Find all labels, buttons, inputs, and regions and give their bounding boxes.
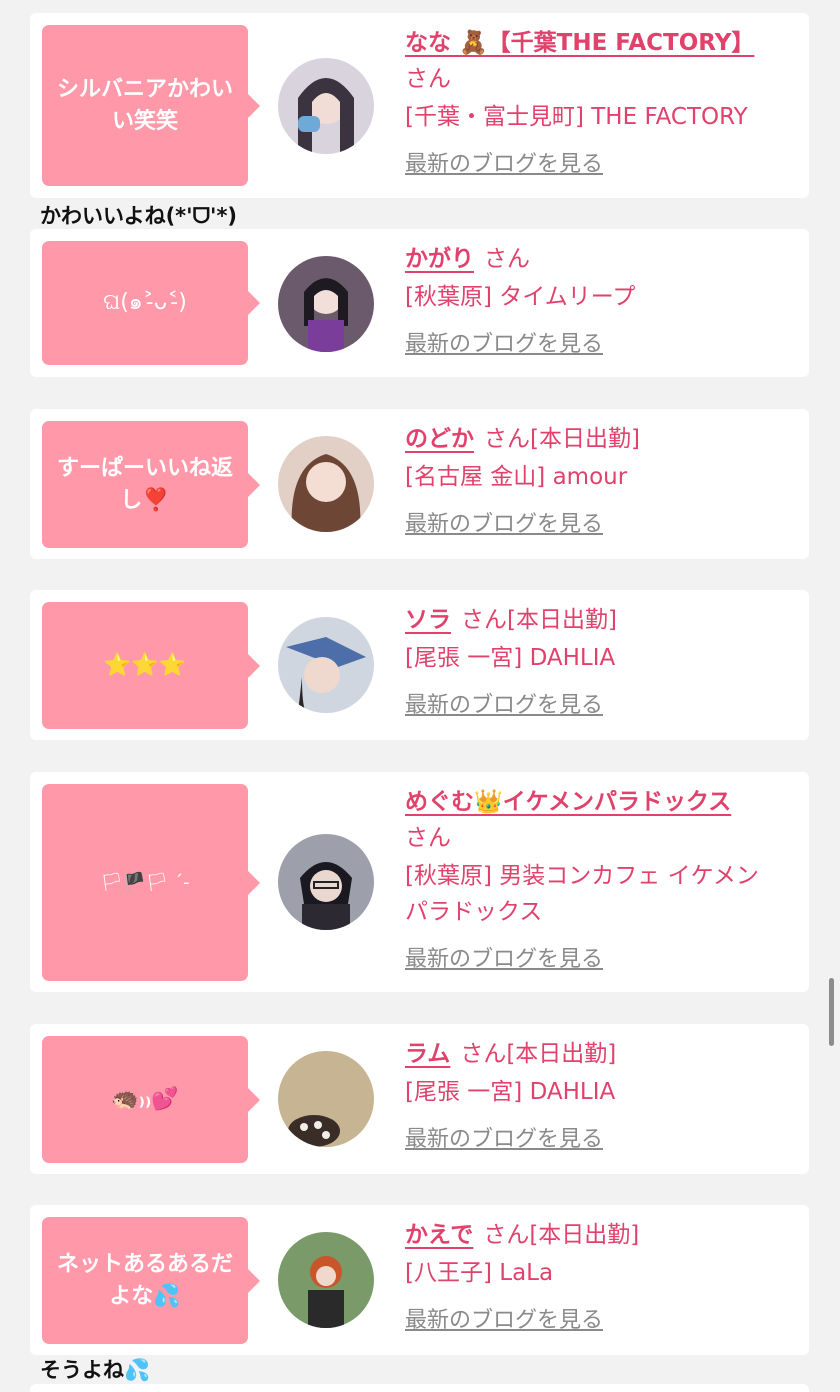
shift-label: [本日出勤] xyxy=(506,1041,617,1067)
bubble-text: ネットあるあるだよな💦 xyxy=(56,1251,233,1309)
girl-info: かがり さん [秋葉原] タイムリープ 最新のブログを見る xyxy=(405,241,789,363)
san-label: さん xyxy=(461,607,507,633)
comment-bubble: すーぱーいいね返し❣️ xyxy=(42,421,260,548)
shop-label: [秋葉原] タイムリープ xyxy=(405,284,636,310)
girl-card: シルバニアかわいい笑笑 なな 🧸【千葉THE FACTORY】 さん [千葉・富… xyxy=(30,13,809,198)
bubble-text: シルバニアかわいい笑笑 xyxy=(56,76,233,134)
shop-label: [名古屋 金山] amour xyxy=(405,464,628,490)
bubble-text: ଘ(๑˃̵ᴗ˂̵) xyxy=(103,290,187,315)
avatar[interactable] xyxy=(278,256,374,352)
girl-name-link[interactable]: かえで xyxy=(405,1222,473,1248)
comment-bubble: ⭐️⭐️⭐️ xyxy=(42,602,260,729)
girl-card: ⭐️⭐️⭐️ ソラ さん[本日出勤] [尾張 一宮] DAHLIA 最新のブログを… xyxy=(30,590,809,740)
bubble-text: すーぱーいいね返し❣️ xyxy=(56,455,233,513)
bubble-text: 🏳🏴🏳 ´- xyxy=(100,871,190,893)
bubble-text: ⭐️⭐️⭐️ xyxy=(103,652,187,678)
girl-card-partial xyxy=(30,1384,809,1392)
latest-blog-link[interactable]: 最新のブログを見る xyxy=(405,1122,603,1158)
san-label: さん xyxy=(405,825,451,851)
comment-bubble: 🏳🏴🏳 ´- xyxy=(42,784,260,981)
shop-label: [尾張 一宮] DAHLIA xyxy=(405,1079,616,1105)
san-label: さん xyxy=(483,1222,530,1248)
latest-blog-link[interactable]: 最新のブログを見る xyxy=(405,147,603,183)
girl-info: ソラ さん[本日出勤] [尾張 一宮] DAHLIA 最新のブログを見る xyxy=(405,602,789,724)
shop-label: [尾張 一宮] DAHLIA xyxy=(405,645,616,671)
girl-name-link[interactable]: めぐむ👑イケメンパラドックス xyxy=(405,789,731,815)
girl-name-link[interactable]: かがり xyxy=(405,246,474,272)
user-comment: かわいいよね(*'ᗜ'*) xyxy=(40,204,238,228)
avatar[interactable] xyxy=(278,834,374,930)
latest-blog-link[interactable]: 最新のブログを見る xyxy=(405,942,603,978)
girl-info: かえで さん[本日出勤] [八王子] LaLa 最新のブログを見る xyxy=(405,1217,789,1339)
user-comment: そうよね💦 xyxy=(40,1358,151,1382)
girl-card: すーぱーいいね返し❣️ のどか さん[本日出勤] [名古屋 金山] amour 最… xyxy=(30,409,809,559)
girl-card: 🏳🏴🏳 ´- めぐむ👑イケメンパラドックス さん [秋葉原] 男装コンカフェ イ… xyxy=(30,772,809,992)
girl-info: のどか さん[本日出勤] [名古屋 金山] amour 最新のブログを見る xyxy=(405,421,789,543)
avatar[interactable] xyxy=(278,436,374,532)
shift-label: [本日出勤] xyxy=(530,426,640,452)
san-label: さん xyxy=(484,426,530,452)
latest-blog-link[interactable]: 最新のブログを見る xyxy=(405,688,603,724)
scrollbar[interactable] xyxy=(829,978,834,1046)
san-label: さん xyxy=(405,66,451,92)
shop-label: [八王子] LaLa xyxy=(405,1260,554,1286)
girl-card: ଘ(๑˃̵ᴗ˂̵) かがり さん [秋葉原] タイムリープ 最新のブログを見る xyxy=(30,229,809,377)
girl-card: 🦔₎₎💕 ラム さん[本日出勤] [尾張 一宮] DAHLIA 最新のブログを見る xyxy=(30,1024,809,1174)
girl-name-link[interactable]: のどか xyxy=(405,426,474,452)
girl-name-link[interactable]: ソラ xyxy=(405,607,451,633)
avatar[interactable] xyxy=(278,58,374,154)
comment-bubble: 🦔₎₎💕 xyxy=(42,1036,260,1163)
avatar[interactable] xyxy=(278,1051,374,1147)
girl-info: なな 🧸【千葉THE FACTORY】 さん [千葉・富士見町] THE FAC… xyxy=(405,25,789,183)
girl-card: ネットあるあるだよな💦 かえで さん[本日出勤] [八王子] LaLa 最新のブロ… xyxy=(30,1205,809,1355)
girl-name-link[interactable]: なな 🧸【千葉THE FACTORY】 xyxy=(405,30,754,56)
comment-bubble: ଘ(๑˃̵ᴗ˂̵) xyxy=(42,241,260,365)
shift-label: [本日出勤] xyxy=(529,1222,640,1248)
comment-bubble: シルバニアかわいい笑笑 xyxy=(42,25,260,186)
latest-blog-link[interactable]: 最新のブログを見る xyxy=(405,1303,603,1339)
san-label: さん xyxy=(484,246,530,272)
avatar[interactable] xyxy=(278,1232,374,1328)
comment-bubble: ネットあるあるだよな💦 xyxy=(42,1217,260,1344)
girl-name-link[interactable]: ラム xyxy=(405,1041,450,1067)
avatar[interactable] xyxy=(278,617,374,713)
girl-info: めぐむ👑イケメンパラドックス さん [秋葉原] 男装コンカフェ イケメンパラドッ… xyxy=(405,784,789,978)
latest-blog-link[interactable]: 最新のブログを見る xyxy=(405,507,603,543)
shop-label: [千葉・富士見町] THE FACTORY xyxy=(405,104,748,130)
shift-label: [本日出勤] xyxy=(507,607,617,633)
latest-blog-link[interactable]: 最新のブログを見る xyxy=(405,327,603,363)
bubble-text: 🦔₎₎💕 xyxy=(111,1086,179,1112)
shop-label: [秋葉原] 男装コンカフェ イケメンパラドックス xyxy=(405,863,759,925)
girl-info: ラム さん[本日出勤] [尾張 一宮] DAHLIA 最新のブログを見る xyxy=(405,1036,789,1158)
san-label: さん xyxy=(460,1041,507,1067)
